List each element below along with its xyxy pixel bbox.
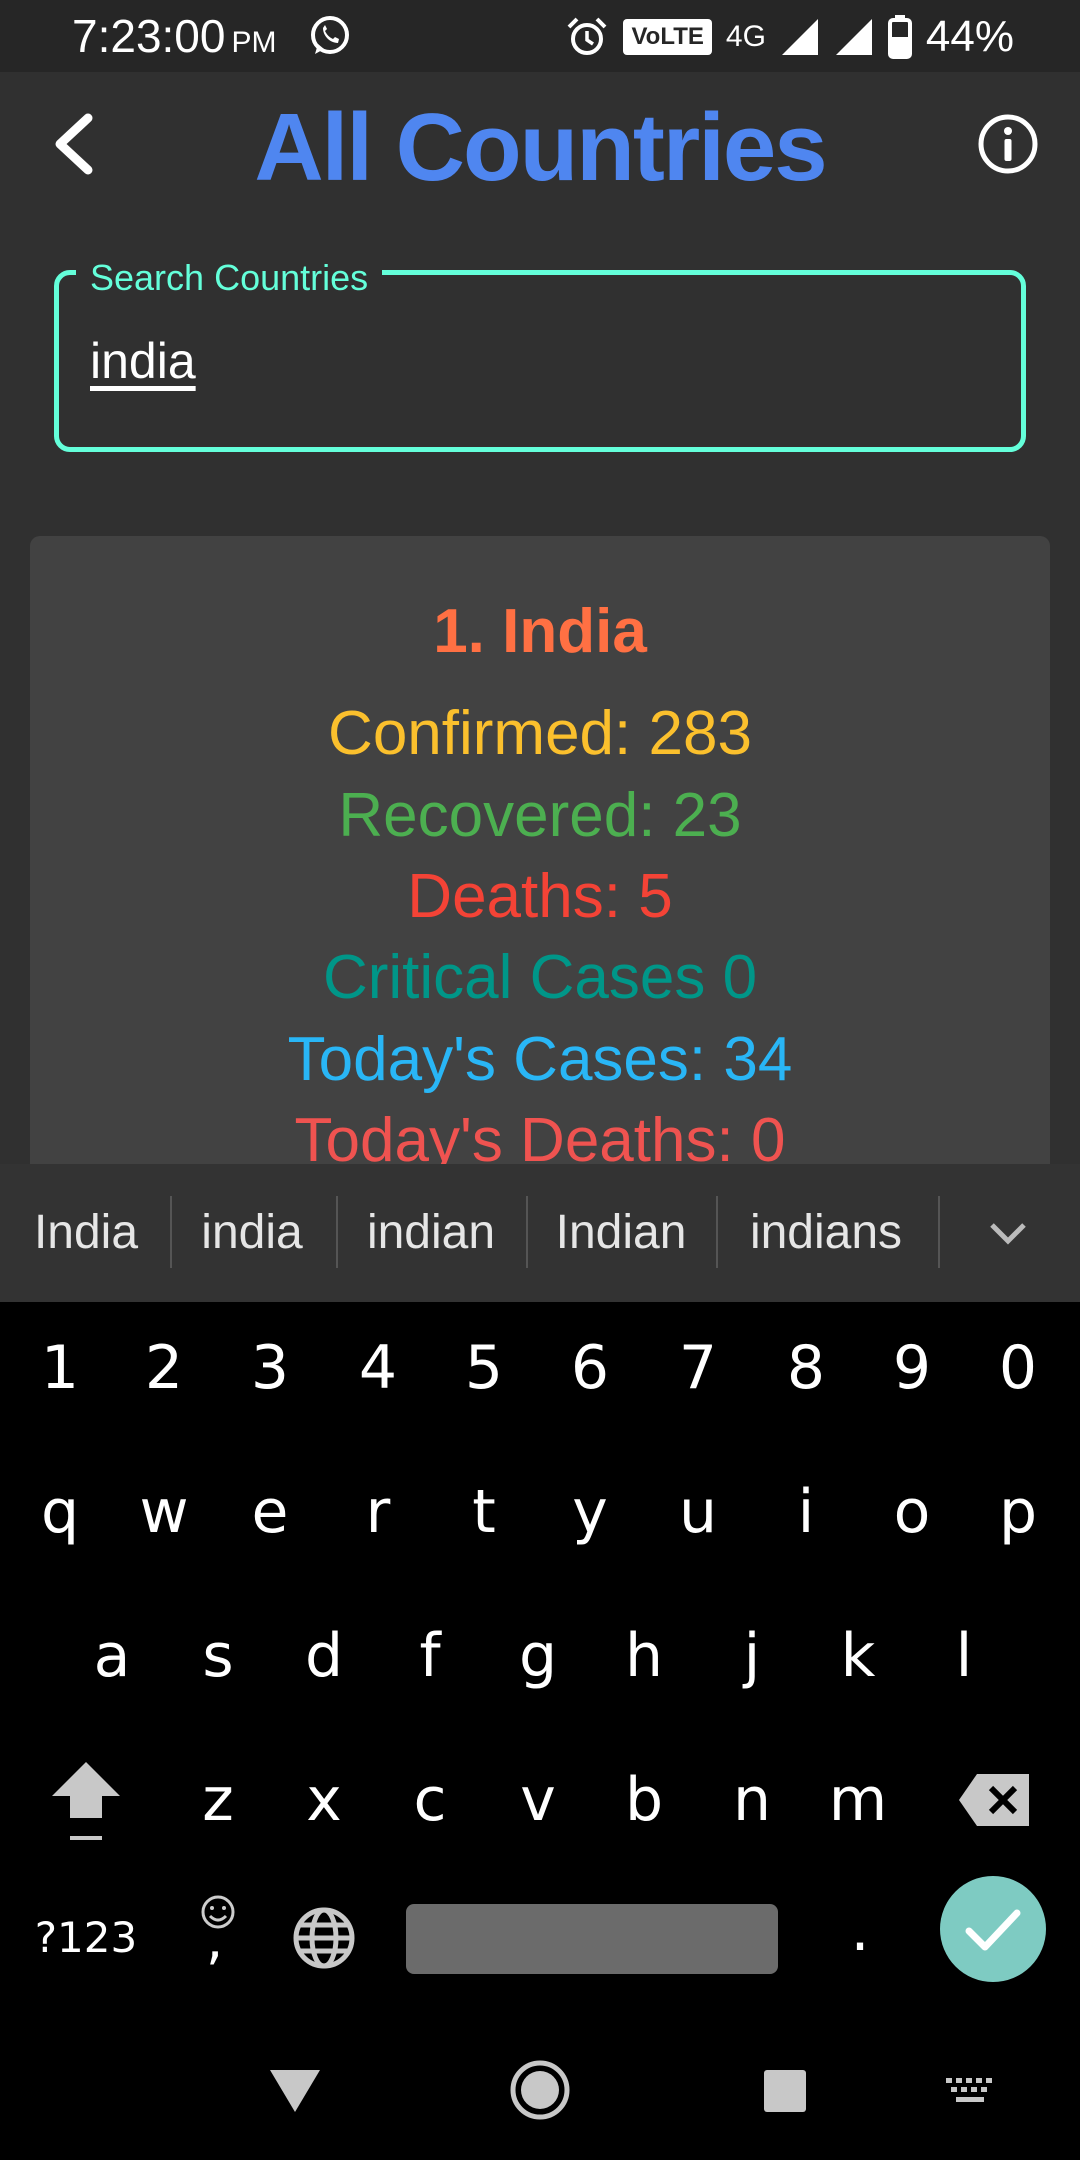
space-key[interactable]: [406, 1904, 778, 1974]
nav-recents-icon[interactable]: [762, 2068, 808, 2114]
key-o[interactable]: o: [862, 1462, 962, 1562]
divider: [336, 1196, 338, 1268]
key-1[interactable]: 1: [10, 1318, 110, 1418]
volte-badge: VoLTE: [623, 19, 712, 55]
key-n[interactable]: n: [702, 1750, 802, 1850]
critical-count: Critical Cases 0: [322, 943, 758, 1012]
key-s[interactable]: s: [168, 1606, 268, 1706]
info-icon: [978, 114, 1038, 174]
key-2[interactable]: 2: [114, 1318, 214, 1418]
status-right: VoLTE 4G 44%: [565, 10, 1014, 64]
nav-back-icon[interactable]: [268, 2066, 322, 2114]
key-f[interactable]: f: [380, 1606, 480, 1706]
key-c[interactable]: c: [380, 1750, 480, 1850]
divider: [170, 1196, 172, 1268]
symbols-key[interactable]: ?123: [20, 1888, 152, 1988]
status-time-value: 7:23:00: [72, 10, 226, 62]
suggestion-bar: India india indian Indian indians: [0, 1164, 1080, 1302]
key-4[interactable]: 4: [328, 1318, 428, 1418]
divider: [938, 1196, 940, 1268]
key-r[interactable]: r: [328, 1462, 428, 1562]
page-title: All Countries: [254, 94, 827, 201]
suggestion-item[interactable]: indian: [346, 1164, 516, 1302]
globe-icon: [293, 1907, 355, 1969]
key-0[interactable]: 0: [968, 1318, 1068, 1418]
suggestion-item[interactable]: Indian: [536, 1164, 706, 1302]
key-q[interactable]: q: [10, 1462, 110, 1562]
key-9[interactable]: 9: [862, 1318, 962, 1418]
battery-icon: [887, 15, 912, 59]
backspace-key[interactable]: [950, 1750, 1040, 1850]
expand-suggestions-button[interactable]: [958, 1204, 1058, 1264]
key-z[interactable]: z: [168, 1750, 268, 1850]
nav-home-icon[interactable]: [508, 2058, 572, 2122]
key-u[interactable]: u: [648, 1462, 748, 1562]
key-e[interactable]: e: [220, 1462, 320, 1562]
status-ampm: PM: [231, 26, 277, 59]
comma-label: ,: [206, 1908, 224, 1971]
key-g[interactable]: g: [488, 1606, 588, 1706]
navigation-bar: [0, 2040, 1080, 2160]
battery-percent: 44%: [925, 12, 1014, 61]
divider: [526, 1196, 528, 1268]
key-7[interactable]: 7: [648, 1318, 748, 1418]
key-b[interactable]: b: [594, 1750, 694, 1850]
shift-key[interactable]: [36, 1752, 136, 1862]
today-cases-count: Today's Cases: 34: [287, 1025, 793, 1094]
suggestion-item[interactable]: India: [14, 1164, 158, 1302]
key-l[interactable]: l: [914, 1606, 1014, 1706]
key-v[interactable]: v: [488, 1750, 588, 1850]
key-m[interactable]: m: [808, 1750, 908, 1850]
key-d[interactable]: d: [274, 1606, 374, 1706]
check-icon: [965, 1909, 1021, 1951]
shift-icon: [52, 1762, 120, 1840]
key-a[interactable]: a: [62, 1606, 162, 1706]
info-button[interactable]: [976, 112, 1040, 176]
status-time: 7:23:00 PM: [72, 8, 276, 71]
recovered-count: Recovered: 23: [338, 781, 742, 850]
key-t[interactable]: t: [434, 1462, 534, 1562]
key-6[interactable]: 6: [540, 1318, 640, 1418]
signal-icon: [781, 19, 818, 55]
key-j[interactable]: j: [702, 1606, 802, 1706]
key-x[interactable]: x: [274, 1750, 374, 1850]
backspace-icon: [959, 1774, 1029, 1826]
whatsapp-icon: [311, 16, 349, 54]
key-8[interactable]: 8: [756, 1318, 856, 1418]
deaths-count: Deaths: 5: [407, 862, 673, 931]
country-name: 1. India: [433, 597, 647, 666]
signal-icon: [835, 19, 872, 55]
network-type: 4G: [725, 20, 766, 53]
keyboard-switch-icon[interactable]: [944, 2076, 996, 2106]
key-h[interactable]: h: [594, 1606, 694, 1706]
key-y[interactable]: y: [540, 1462, 640, 1562]
status-bar: 7:23:00 PM VoLTE 4G 44%: [0, 0, 1080, 72]
period-key[interactable]: .: [810, 1880, 910, 1980]
key-5[interactable]: 5: [434, 1318, 534, 1418]
language-key[interactable]: [274, 1888, 374, 1988]
chevron-down-icon: [990, 1223, 1026, 1245]
suggestion-item[interactable]: indians: [726, 1164, 926, 1302]
key-i[interactable]: i: [756, 1462, 856, 1562]
suggestion-item[interactable]: india: [180, 1164, 324, 1302]
country-card[interactable]: 1. India Confirmed: 283 Recovered: 23 De…: [30, 536, 1050, 1236]
done-key[interactable]: [940, 1876, 1046, 1982]
key-p[interactable]: p: [968, 1462, 1068, 1562]
screen: 7:23:00 PM VoLTE 4G 44% All Countries Se…: [0, 0, 1080, 2160]
search-value[interactable]: india: [90, 332, 196, 390]
key-w[interactable]: w: [114, 1462, 214, 1562]
alarm-icon: [568, 17, 607, 55]
confirmed-count: Confirmed: 283: [328, 699, 752, 768]
key-3[interactable]: 3: [220, 1318, 320, 1418]
divider: [716, 1196, 718, 1268]
search-label: Search Countries: [76, 254, 383, 302]
emoji-comma-key[interactable]: ,: [184, 1880, 254, 1990]
key-k[interactable]: k: [808, 1606, 908, 1706]
